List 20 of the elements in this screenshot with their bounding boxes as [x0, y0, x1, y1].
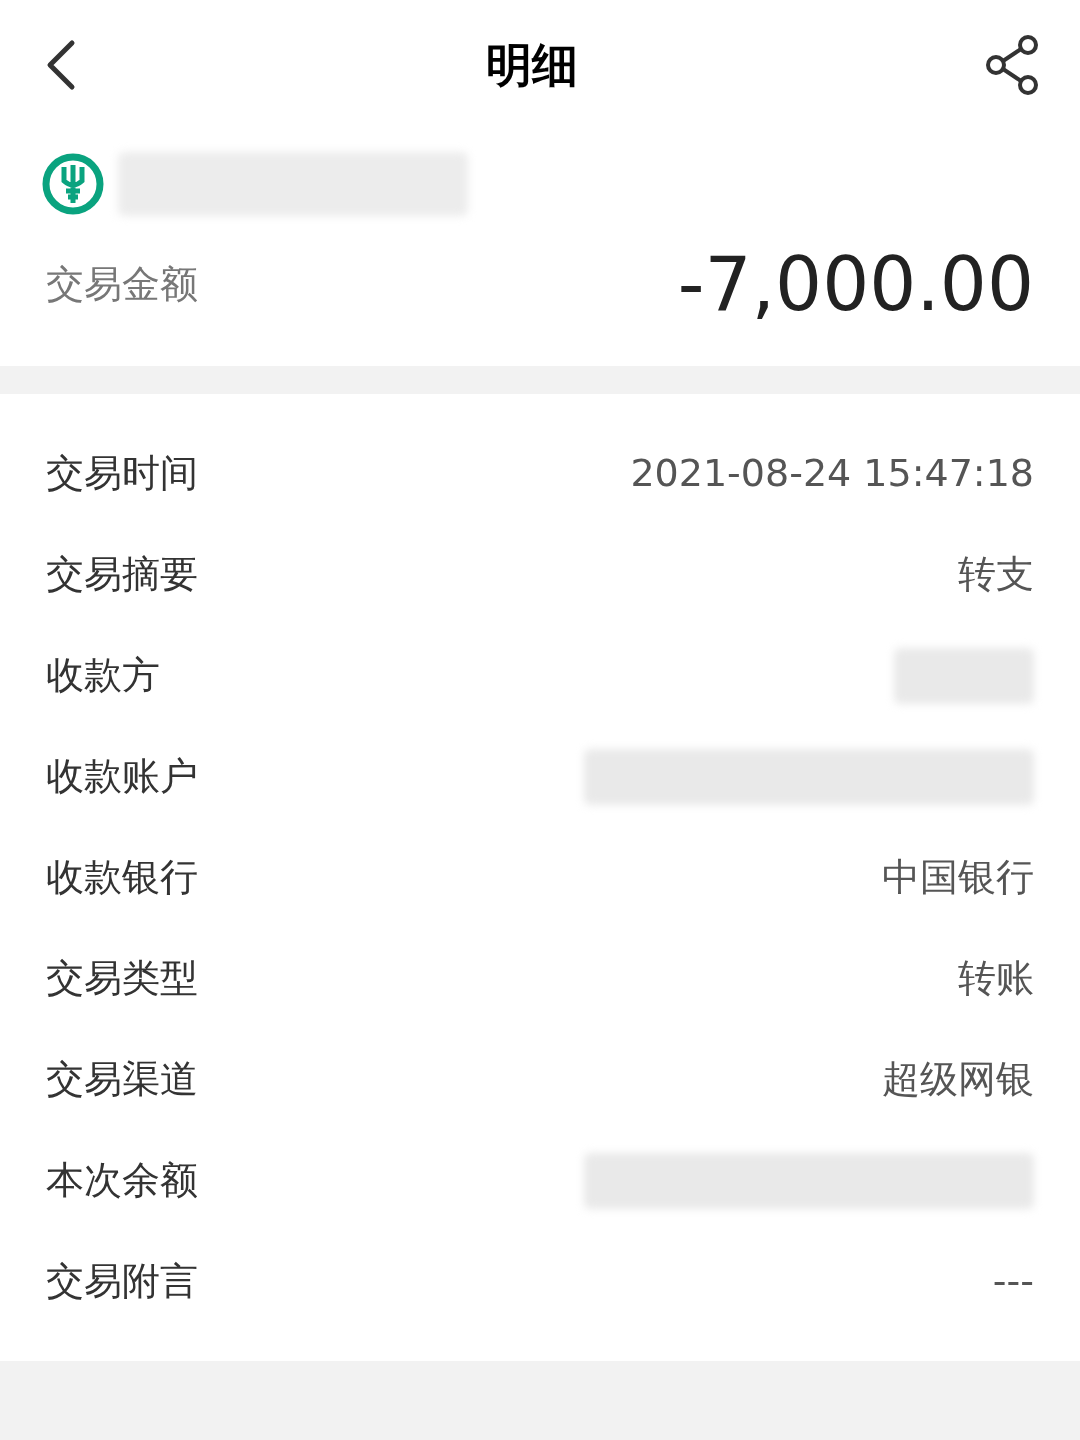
- detail-label: 交易附言: [46, 1258, 198, 1305]
- detail-label: 收款方: [46, 652, 160, 699]
- detail-label: 交易类型: [46, 955, 198, 1002]
- amount-label: 交易金额: [46, 260, 198, 308]
- detail-label: 交易渠道: [46, 1056, 198, 1103]
- detail-value: 中国银行: [882, 854, 1034, 901]
- detail-label: 本次余额: [46, 1157, 198, 1204]
- detail-label: 交易时间: [46, 450, 198, 497]
- detail-value: 超级网银: [882, 1056, 1034, 1103]
- amount-value: -7,000.00: [677, 239, 1034, 329]
- detail-label: 收款银行: [46, 854, 198, 901]
- detail-label: 交易摘要: [46, 551, 198, 598]
- detail-value: 转账: [958, 955, 1034, 1002]
- detail-value: ---: [992, 1258, 1034, 1305]
- detail-label: 收款账户: [46, 753, 198, 800]
- share-icon[interactable]: [984, 35, 1040, 95]
- bank-logo-icon: [42, 153, 104, 215]
- detail-value: 2021-08-24 15:47:18: [630, 450, 1034, 497]
- page-title: 明细: [486, 36, 578, 94]
- detail-value: 转支: [958, 551, 1034, 598]
